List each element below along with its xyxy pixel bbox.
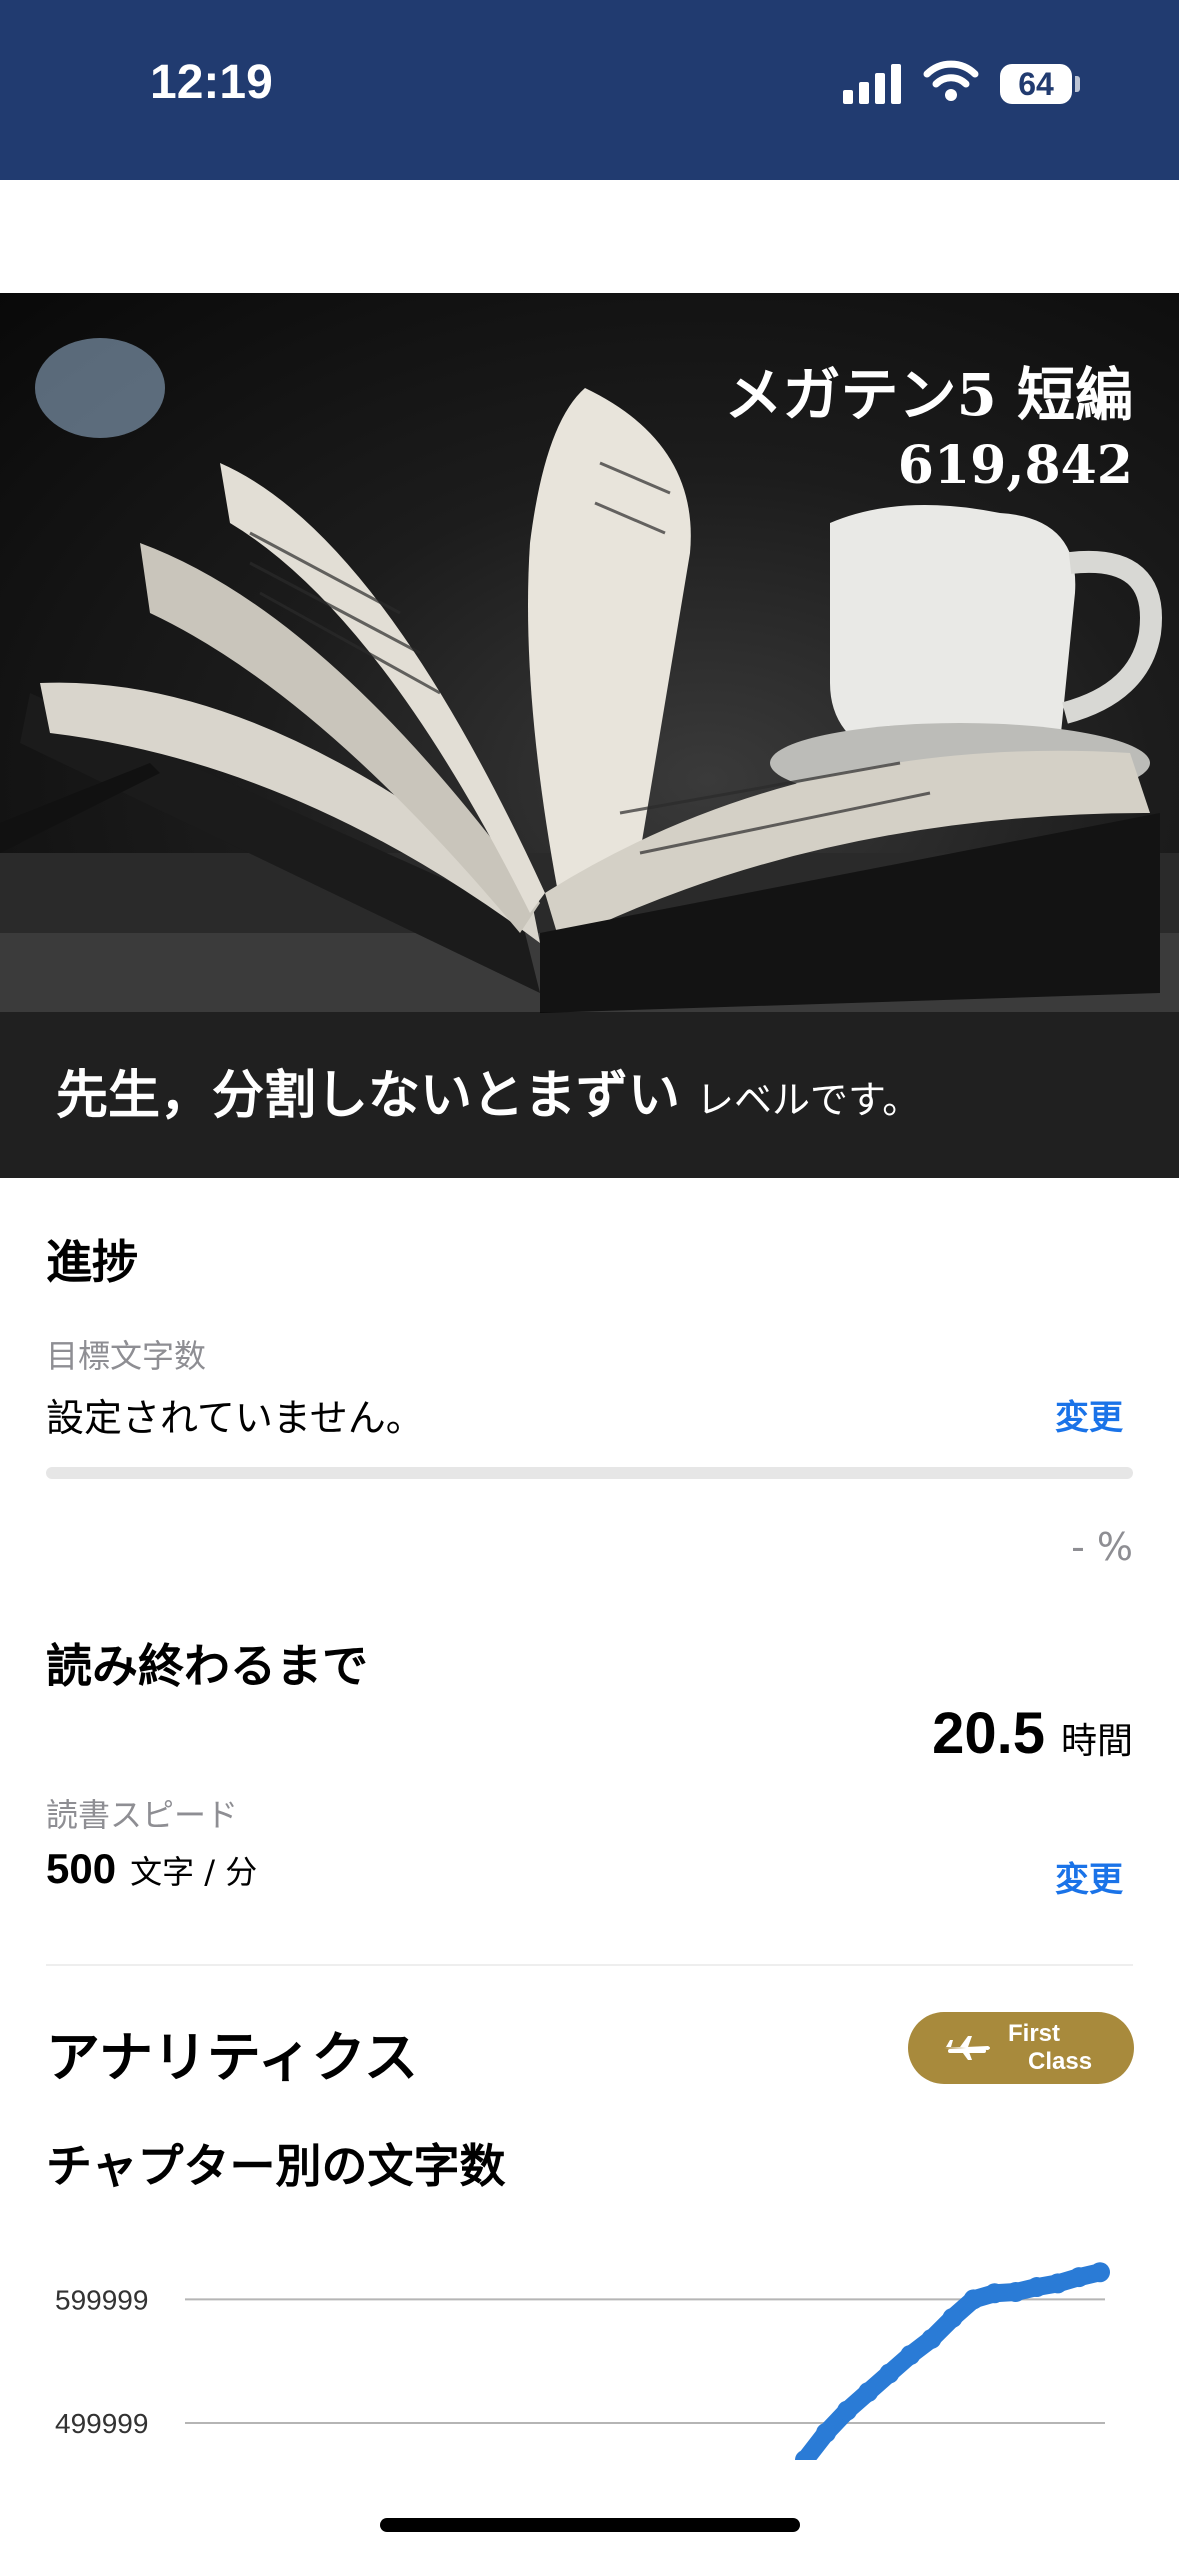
target-chars-label: 目標文字数 — [46, 1337, 207, 1375]
section-divider — [46, 1964, 1133, 1966]
level-suffix-text: レベルです。 — [696, 1078, 921, 1122]
chart-data-point — [963, 2289, 984, 2310]
hero-banner: メガテン5 短編 619,842 先生，分割しないとまずい レベルです。 — [0, 293, 1179, 1178]
progress-section-title: 進捗 — [46, 1235, 138, 1289]
hours-unit: 時間 — [1060, 1721, 1133, 1762]
chart-data-point — [984, 2283, 1005, 2304]
chart-data-point — [900, 2345, 921, 2365]
reading-speed: 500 文字 / 分 — [46, 1845, 257, 1893]
back-label: 戻る — [78, 204, 166, 255]
status-time: 12:19 — [150, 56, 273, 109]
badge-text-class: Class — [1028, 2048, 1093, 2075]
chart-data-point — [921, 2328, 942, 2349]
finish-section-title: 読み終わるまで — [46, 1639, 368, 1693]
chevron-left-icon — [24, 197, 56, 253]
badge-text-first: First — [1008, 2020, 1061, 2047]
wifi-icon — [923, 60, 979, 101]
navigation-bar: 12:19 64 戻る — [0, 0, 1179, 255]
chart-data-point — [1005, 2282, 1026, 2302]
back-button[interactable]: 戻る — [20, 190, 200, 260]
progress-bar — [46, 1467, 1133, 1479]
chart-data-point — [1026, 2277, 1047, 2298]
first-class-badge[interactable]: First Class — [908, 2012, 1134, 2084]
level-main-text: 先生，分割しないとまずい — [56, 1065, 681, 1126]
chart-data-point — [816, 2422, 837, 2443]
chart-data-point — [942, 2307, 963, 2328]
target-chars-value: 設定されていません。 — [46, 1396, 424, 1440]
analytics-section-title: アナリティクス — [46, 2026, 419, 2089]
chart-data-point — [1090, 2262, 1110, 2283]
reading-speed-label: 読書スピード — [46, 1796, 239, 1834]
speed-unit: 文字 / 分 — [130, 1853, 258, 1891]
length-level-caption: 先生，分割しないとまずい レベルです。 — [56, 1053, 920, 1128]
hours-to-finish: 20.5 時間 — [932, 1700, 1133, 1767]
chart-data-point — [1047, 2273, 1068, 2294]
change-target-button[interactable]: 変更 — [1055, 1390, 1123, 1439]
chart-data-point — [879, 2363, 900, 2384]
speed-value: 500 — [46, 1845, 117, 1892]
chart-y-tick-label: 499999 — [55, 2408, 148, 2439]
chart-data-point — [1068, 2267, 1089, 2288]
chart-y-tick-label: 599999 — [55, 2284, 148, 2315]
chart-data-point — [858, 2382, 879, 2403]
battery-tip — [1075, 76, 1080, 92]
chapter-char-count-chart: 599999 499999 — [55, 2262, 1110, 2460]
change-speed-button[interactable]: 変更 — [1055, 1852, 1123, 1901]
hours-value: 20.5 — [932, 1701, 1045, 1766]
progress-percent: - % — [1071, 1525, 1133, 1569]
cellular-signal-icon — [843, 64, 901, 104]
airplane-icon — [944, 2036, 990, 2060]
home-indicator — [380, 2518, 800, 2532]
battery-indicator: 64 — [1000, 64, 1072, 104]
book-title: メガテン5 短編 — [724, 361, 1133, 429]
chapter-chart-title: チャプター別の文字数 — [46, 2139, 506, 2193]
book-char-count: 619,842 — [897, 435, 1133, 496]
chart-data-point — [837, 2400, 858, 2421]
